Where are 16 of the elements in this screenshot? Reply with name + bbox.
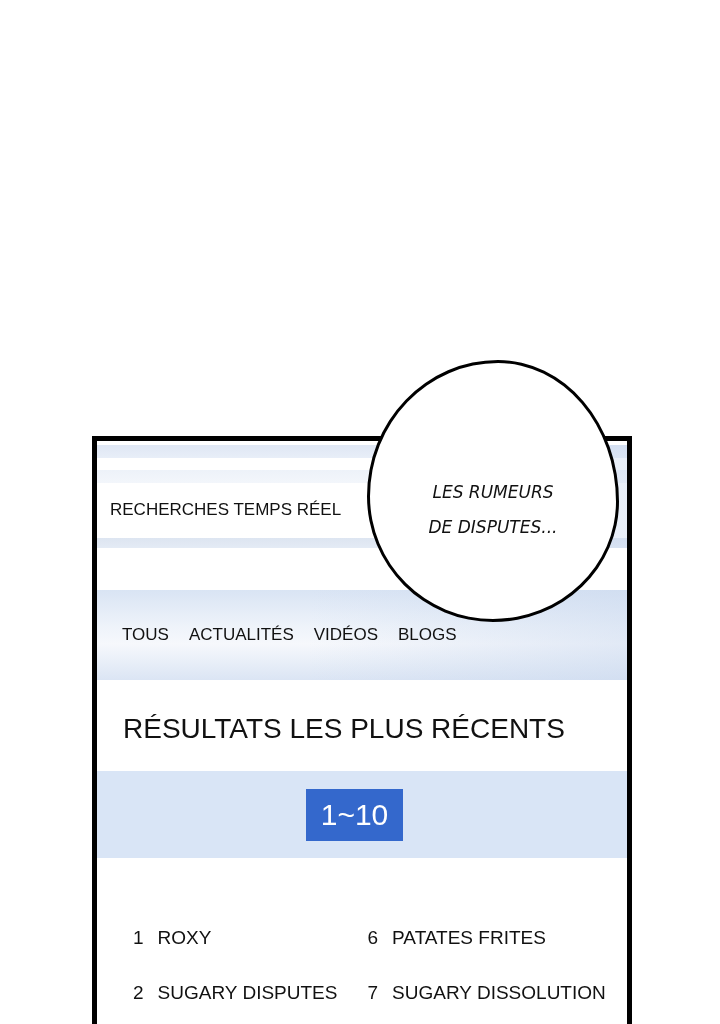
rank-number: 2	[133, 981, 144, 1005]
nav-tab[interactable]: TOUS	[122, 625, 169, 645]
keyword-link[interactable]: PATATES FRITES	[392, 925, 546, 951]
keyword-link[interactable]: SUGARY DISPUTES	[157, 980, 338, 1006]
rank-number: 6	[367, 926, 379, 950]
page-range-button[interactable]: 1~10	[306, 788, 403, 841]
keyword-link[interactable]: ROXY	[157, 925, 212, 951]
keyword-link[interactable]: SUGARY DISSOLUTION	[392, 980, 606, 1006]
header-title: RECHERCHES TEMPS RÉEL	[110, 500, 342, 520]
speech-text: LES RUMEURS DE DISPUTES...	[428, 481, 558, 539]
nav-tab[interactable]: ACTUALITÉS	[188, 625, 294, 645]
nav-tab[interactable]: VIDÉOS	[313, 625, 379, 645]
rank-number: 7	[367, 981, 379, 1005]
rank-number: 1	[133, 926, 144, 950]
section-title: RÉSULTATS LES PLUS RÉCENTS	[123, 712, 565, 745]
nav-tab[interactable]: BLOGS	[398, 625, 457, 645]
